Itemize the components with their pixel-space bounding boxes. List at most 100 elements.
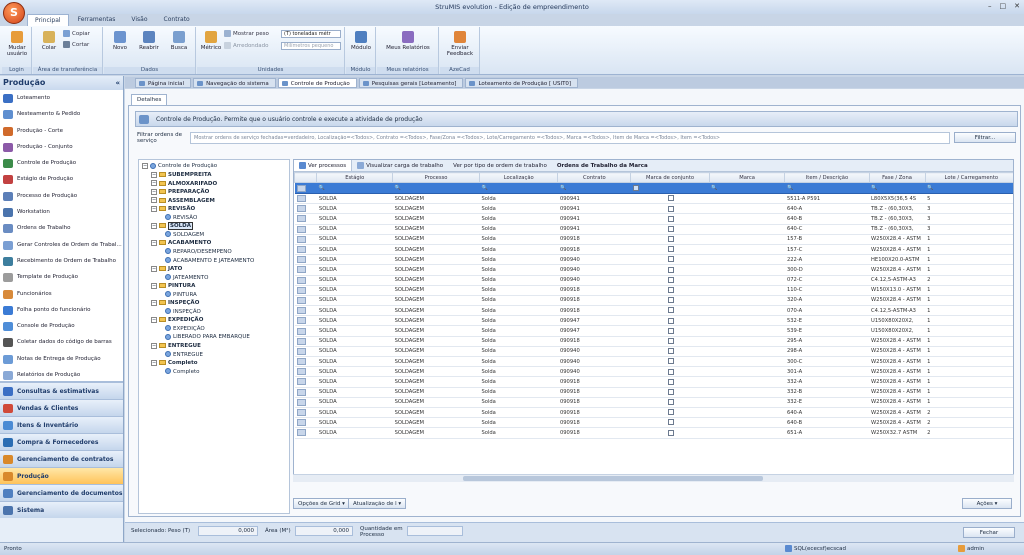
table-row[interactable]: SOLDA SOLDAGEM Solda 090941 640-A TB.Z - (60,…	[294, 203, 1013, 215]
table-row[interactable]: SOLDA SOLDAGEM Solda 090947 532-E U150X80X20X…	[294, 315, 1013, 327]
nav-category-producao[interactable]: Produção	[0, 467, 123, 484]
table-row[interactable]: SOLDA SOLDAGEM Solda 090940 301-A W250X28.4 -…	[294, 366, 1013, 378]
table-row[interactable]: SOLDA SOLDAGEM Solda 090918 640-A W250X28.4 -…	[294, 407, 1013, 419]
table-row[interactable]: SOLDA SOLDAGEM Solda 090918 110-C W150X13.0 -…	[294, 285, 1013, 296]
assembly-mark-checkbox[interactable]	[668, 358, 675, 365]
row-icon-cell[interactable]	[294, 254, 317, 266]
row-action-icon[interactable]	[296, 429, 306, 437]
assembly-mark-checkbox[interactable]	[668, 246, 675, 253]
row-icon-cell[interactable]	[294, 417, 317, 429]
assembly-mark-cell[interactable]	[630, 254, 710, 266]
row-icon-cell[interactable]	[294, 213, 317, 225]
assembly-mark-checkbox[interactable]	[668, 297, 675, 304]
row-action-icon[interactable]	[296, 195, 306, 203]
expand-icon[interactable]: −	[151, 197, 157, 204]
assembly-mark-cell[interactable]	[630, 244, 710, 256]
assembly-mark-cell[interactable]	[630, 366, 710, 378]
tree-node-acabamento[interactable]: − ACABAMENTO	[151, 239, 211, 247]
grid-options-button[interactable]: Opções de Grid ▾	[293, 498, 350, 509]
tree-node-inspecao[interactable]: INSPEÇÃO	[165, 308, 201, 316]
column-header[interactable]	[294, 172, 318, 183]
nav-item-gerar-controles-de-ordem-de-trabal[interactable]: Gerar Controles de Ordem de Trabal...	[0, 237, 123, 253]
grid-tab-mark-orders[interactable]: Ordens de Trabalho da Marca	[552, 160, 653, 171]
tree-node-completo[interactable]: Completo	[165, 368, 200, 376]
assembly-mark-checkbox[interactable]	[668, 348, 675, 355]
assembly-mark-checkbox[interactable]	[668, 276, 675, 283]
maximize-icon[interactable]: □	[1000, 2, 1007, 10]
assembly-mark-checkbox[interactable]	[668, 236, 675, 243]
assembly-mark-cell[interactable]	[630, 336, 710, 347]
row-icon-cell[interactable]	[294, 346, 317, 358]
table-row[interactable]: SOLDA SOLDAGEM Solda 090940 298-A W250X28.4 -…	[294, 346, 1013, 358]
row-action-icon[interactable]	[296, 225, 306, 233]
filter-cell[interactable]: 🔍	[316, 182, 393, 194]
assembly-mark-checkbox[interactable]	[668, 215, 675, 222]
assembly-mark-checkbox[interactable]	[668, 205, 675, 212]
tree-node-reparo-desempeno[interactable]: REPARO/DESEMPENO	[165, 248, 232, 256]
row-action-icon[interactable]	[296, 398, 306, 406]
nav-item-coletar-dados-do-codigo-de-barras[interactable]: Coletar dados do código de barras	[0, 334, 123, 350]
row-icon-cell[interactable]	[294, 295, 317, 307]
assembly-mark-checkbox[interactable]	[668, 409, 675, 416]
tree-node-inspecao[interactable]: − INSPEÇÃO	[151, 299, 199, 307]
cut-button[interactable]: Cortar	[63, 41, 89, 48]
filter-cell[interactable]: 🔍	[557, 182, 631, 194]
ribbon-tab-principal[interactable]: Principal	[27, 14, 69, 26]
ribbon-tab-ferramentas[interactable]: Ferramentas	[71, 14, 123, 26]
tree-node-preparacao[interactable]: − PREPARAÇÃO	[151, 188, 209, 196]
row-icon-cell[interactable]	[294, 285, 317, 296]
module-button[interactable]: Módulo	[348, 31, 374, 51]
filter-cell[interactable]: 🔍	[925, 182, 1013, 194]
tree-node-pintura[interactable]: − PINTURA	[151, 282, 195, 290]
grid-tab-by-type[interactable]: Ver por tipo de ordem de trabalho	[448, 160, 552, 171]
assembly-mark-checkbox[interactable]	[668, 327, 675, 334]
assembly-mark-cell[interactable]	[630, 376, 710, 388]
assembly-mark-cell[interactable]	[630, 407, 710, 419]
column-header[interactable]: Estágio	[316, 172, 394, 183]
expand-icon[interactable]: −	[151, 188, 157, 195]
grid-horizontal-scrollbar[interactable]	[293, 474, 1014, 482]
row-icon-cell[interactable]	[294, 193, 317, 205]
row-action-icon[interactable]	[296, 266, 306, 274]
filter-cell[interactable]: 🔍	[784, 182, 870, 194]
tree-node-expedicao[interactable]: EXPEDIÇÃO	[165, 325, 205, 333]
column-header[interactable]: Marca de conjunto	[630, 172, 710, 183]
tree-node-jateamento[interactable]: JATEAMENTO	[165, 274, 208, 282]
row-icon-cell[interactable]	[294, 387, 317, 398]
nav-item-folha-ponto-do-funcionario[interactable]: Folha ponto do funcionário	[0, 302, 123, 318]
row-action-icon[interactable]	[296, 205, 306, 213]
doc-tab-production-batch[interactable]: Loteamento de Produção [ USIT0]	[465, 78, 579, 88]
assembly-mark-cell[interactable]	[630, 315, 710, 327]
column-header[interactable]: Lote / Carregamento	[924, 172, 1013, 183]
filter-cell[interactable]: 🔍	[392, 182, 480, 194]
nav-category-consultas-estimativas[interactable]: Consultas & estimativas	[0, 382, 123, 399]
assembly-mark-cell[interactable]	[630, 325, 710, 337]
tree-root[interactable]: − Controle de Produção	[142, 162, 217, 170]
table-row[interactable]: SOLDA SOLDAGEM Solda 090918 332-E W250X28.4 -…	[294, 397, 1013, 408]
nav-item-recebimento-de-ordem-de-trabalho[interactable]: Recebimento de Ordem de Trabalho	[0, 253, 123, 269]
filter-cell[interactable]: 🔍	[709, 182, 785, 194]
row-icon-cell[interactable]	[294, 305, 317, 317]
row-action-icon[interactable]	[296, 378, 306, 386]
assembly-mark-checkbox[interactable]	[668, 307, 675, 314]
row-icon-cell[interactable]	[294, 336, 317, 347]
column-header[interactable]: Item / Descrição	[784, 172, 870, 183]
column-header[interactable]: Contrato	[557, 172, 632, 183]
assembly-mark-cell[interactable]	[630, 295, 710, 307]
tree-node-jato[interactable]: − JATO	[151, 265, 182, 273]
table-row[interactable]: SOLDA SOLDAGEM Solda 090918 651-A W250X32.7 A…	[294, 427, 1013, 439]
collapse-icon[interactable]: −	[142, 162, 148, 169]
assembly-mark-cell[interactable]	[630, 417, 710, 429]
table-row[interactable]: SOLDA SOLDAGEM Solda 090941 5511-A P591 L80X5…	[294, 193, 1013, 205]
row-icon-cell[interactable]	[294, 407, 317, 419]
assembly-mark-cell[interactable]	[630, 387, 710, 398]
row-icon-cell[interactable]	[294, 376, 317, 388]
column-header[interactable]: Localização	[478, 172, 559, 183]
row-action-icon[interactable]	[296, 256, 306, 264]
show-weight-toggle[interactable]: Mostrar peso	[224, 30, 269, 37]
row-icon-cell[interactable]	[294, 366, 317, 378]
search-button[interactable]: Busca	[168, 31, 190, 51]
tree-node-acabamento-e-jateamento[interactable]: ACABAMENTO E JATEAMENTO	[165, 257, 254, 265]
assembly-mark-cell[interactable]	[630, 305, 710, 317]
table-row[interactable]: SOLDA SOLDAGEM Solda 090940 300-D W250X28.4 -…	[294, 264, 1013, 276]
